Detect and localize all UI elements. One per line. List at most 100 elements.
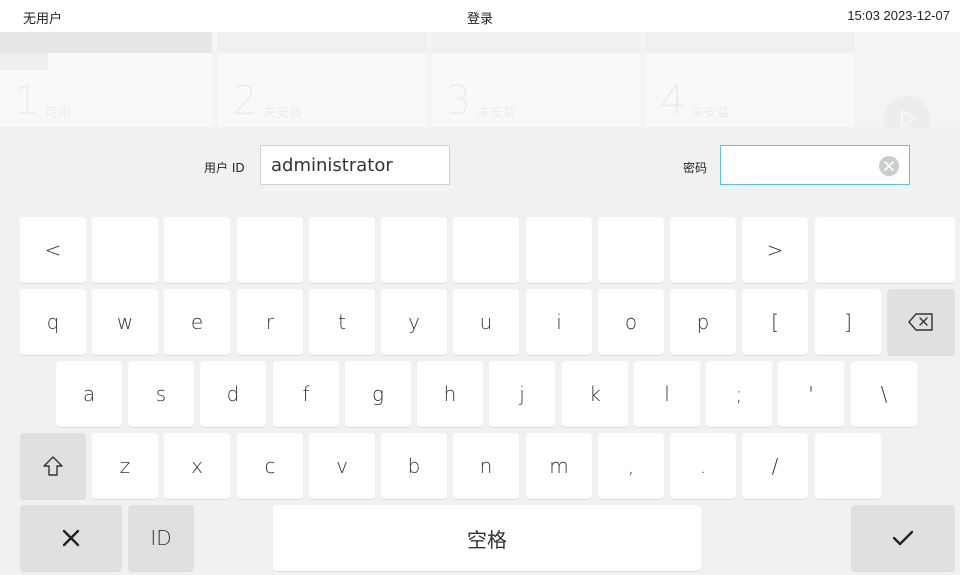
- clear-password-button[interactable]: [879, 156, 899, 176]
- key-g[interactable]: g: [345, 361, 411, 427]
- key-label: \: [880, 382, 888, 406]
- key-period[interactable]: .: [670, 433, 736, 499]
- time: 15:03: [847, 8, 880, 23]
- status-bar: 无用户 登录 15:03 2023-12-07: [0, 0, 960, 32]
- key-label: f: [302, 382, 310, 406]
- space-key[interactable]: 空格: [273, 505, 701, 571]
- key-s[interactable]: s: [128, 361, 194, 427]
- module-tab-4[interactable]: 4 未安装: [646, 32, 854, 127]
- close-keyboard-button[interactable]: [20, 505, 122, 571]
- play-icon: [901, 110, 915, 128]
- module-tab-header: [432, 32, 640, 53]
- backspace-key[interactable]: [887, 289, 955, 355]
- module-number: 1: [14, 78, 40, 124]
- key-m[interactable]: m: [526, 433, 592, 499]
- module-number: 4: [660, 78, 686, 124]
- key-right-bracket[interactable]: ]: [815, 289, 881, 355]
- key-u[interactable]: u: [453, 289, 519, 355]
- key-left-bracket[interactable]: [: [742, 289, 808, 355]
- key-c[interactable]: c: [237, 433, 303, 499]
- key-label: <: [44, 238, 62, 262]
- key-blank[interactable]: [164, 217, 230, 283]
- key-e[interactable]: e: [164, 289, 230, 355]
- key-x[interactable]: x: [164, 433, 230, 499]
- key-j[interactable]: j: [489, 361, 555, 427]
- key-label: ID: [150, 526, 172, 550]
- key-a[interactable]: a: [56, 361, 122, 427]
- key-d[interactable]: d: [200, 361, 266, 427]
- key-backslash[interactable]: \: [851, 361, 917, 427]
- key-label: t: [338, 310, 346, 334]
- module-strip: 1 可用 2 未安装 3 未安装 4 未安装: [0, 32, 960, 142]
- key-label: z: [119, 454, 131, 478]
- module-tab-indicator: [0, 53, 48, 70]
- key-b[interactable]: b: [381, 433, 447, 499]
- key-label: i: [556, 310, 562, 334]
- key-label: g: [371, 382, 384, 406]
- key-n[interactable]: n: [453, 433, 519, 499]
- key-blank-wide[interactable]: [815, 217, 955, 283]
- close-icon: [62, 529, 80, 547]
- key-label: u: [479, 310, 493, 334]
- key-blank[interactable]: [309, 217, 375, 283]
- key-label: ;: [735, 382, 743, 406]
- key-blank[interactable]: [598, 217, 664, 283]
- clock: 15:03 2023-12-07: [847, 8, 950, 23]
- module-status: 未安装: [263, 106, 303, 121]
- date: 2023-12-07: [883, 8, 951, 23]
- key-k[interactable]: k: [562, 361, 628, 427]
- login-panel: 用户 ID administrator 密码: [0, 127, 960, 205]
- key-label: o: [624, 310, 638, 334]
- key-label: d: [226, 382, 240, 406]
- key-label: e: [190, 310, 204, 334]
- key-v[interactable]: v: [309, 433, 375, 499]
- key-h[interactable]: h: [417, 361, 483, 427]
- key-right-arrow[interactable]: >: [742, 217, 808, 283]
- user-id-input[interactable]: administrator: [260, 145, 450, 185]
- key-label: c: [264, 454, 276, 478]
- key-comma[interactable]: ,: [598, 433, 664, 499]
- key-left-arrow[interactable]: <: [20, 217, 86, 283]
- key-label: b: [407, 454, 421, 478]
- key-blank[interactable]: [381, 217, 447, 283]
- key-l[interactable]: l: [634, 361, 700, 427]
- key-label: [: [771, 310, 779, 334]
- key-label: m: [549, 454, 569, 478]
- key-blank[interactable]: [670, 217, 736, 283]
- key-z[interactable]: z: [92, 433, 158, 499]
- key-w[interactable]: w: [92, 289, 158, 355]
- key-blank[interactable]: [815, 433, 881, 499]
- key-label: ': [808, 382, 814, 406]
- module-number: 3: [446, 78, 472, 124]
- key-label: k: [589, 382, 601, 406]
- shift-key[interactable]: [20, 433, 86, 499]
- key-r[interactable]: r: [237, 289, 303, 355]
- module-tab-header: [646, 32, 854, 53]
- key-o[interactable]: o: [598, 289, 664, 355]
- key-label: ,: [627, 454, 635, 478]
- id-key[interactable]: ID: [128, 505, 194, 571]
- module-tab-1[interactable]: 1 可用: [0, 32, 212, 127]
- key-blank[interactable]: [526, 217, 592, 283]
- key-i[interactable]: i: [526, 289, 592, 355]
- key-label: a: [82, 382, 96, 406]
- key-label: s: [155, 382, 167, 406]
- module-tab-2[interactable]: 2 未安装: [218, 32, 426, 127]
- key-f[interactable]: f: [273, 361, 339, 427]
- key-apostrophe[interactable]: ': [778, 361, 844, 427]
- page-title: 登录: [466, 12, 493, 27]
- key-label: p: [696, 310, 710, 334]
- key-label: 空格: [467, 527, 507, 552]
- key-blank[interactable]: [92, 217, 158, 283]
- key-y[interactable]: y: [381, 289, 447, 355]
- key-blank[interactable]: [237, 217, 303, 283]
- key-p[interactable]: p: [670, 289, 736, 355]
- key-semicolon[interactable]: ;: [706, 361, 772, 427]
- confirm-button[interactable]: [851, 505, 955, 571]
- key-q[interactable]: q: [20, 289, 86, 355]
- key-slash[interactable]: /: [742, 433, 808, 499]
- key-blank[interactable]: [453, 217, 519, 283]
- password-input[interactable]: [720, 145, 910, 185]
- key-t[interactable]: t: [309, 289, 375, 355]
- module-tab-3[interactable]: 3 未安装: [432, 32, 640, 127]
